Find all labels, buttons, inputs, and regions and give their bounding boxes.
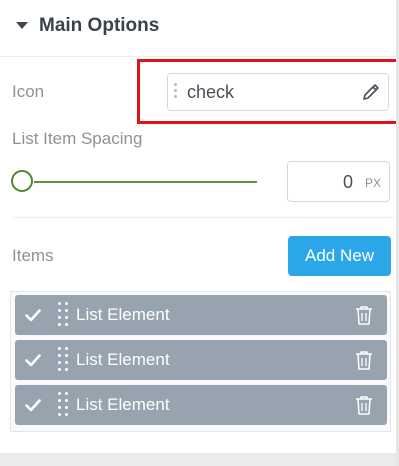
list-item-label: List Element (76, 350, 170, 369)
section-title: Main Options (39, 15, 160, 36)
list-item-label: List Element (76, 395, 170, 414)
divider (12, 217, 396, 218)
trash-icon[interactable] (355, 305, 373, 325)
items-label: Items (12, 246, 54, 265)
check-icon (25, 354, 41, 367)
check-icon (25, 399, 41, 412)
spacing-slider-track[interactable] (34, 181, 257, 183)
drag-handle-icon[interactable] (58, 300, 70, 330)
drag-handle-icon[interactable] (58, 345, 70, 375)
spacing-unit: PX (364, 176, 381, 190)
spacing-value: 0 (342, 172, 353, 192)
trash-icon[interactable] (355, 350, 373, 370)
drag-handle-icon[interactable] (58, 390, 70, 420)
list-item-label: List Element (76, 305, 170, 324)
options-panel: Main Options Icon check List Item Spacin… (0, 0, 399, 453)
spacing-number-input[interactable]: 0 PX (287, 161, 390, 202)
trash-icon[interactable] (355, 395, 373, 415)
add-new-button[interactable]: Add New (288, 236, 391, 276)
caret-down-icon (16, 22, 28, 29)
items-list: List Element List Element List Element (10, 291, 391, 432)
list-item[interactable]: List Element (15, 295, 387, 335)
spacing-slider-handle[interactable] (11, 170, 33, 192)
list-item[interactable]: List Element (15, 385, 387, 425)
panel-bottom-area (0, 453, 396, 466)
check-icon (25, 309, 41, 322)
icon-label: Icon (12, 82, 45, 101)
highlight-box (137, 59, 399, 124)
section-header-main-options[interactable]: Main Options (0, 0, 396, 57)
list-item[interactable]: List Element (15, 340, 387, 380)
list-item-spacing-label: List Item Spacing (12, 129, 143, 148)
